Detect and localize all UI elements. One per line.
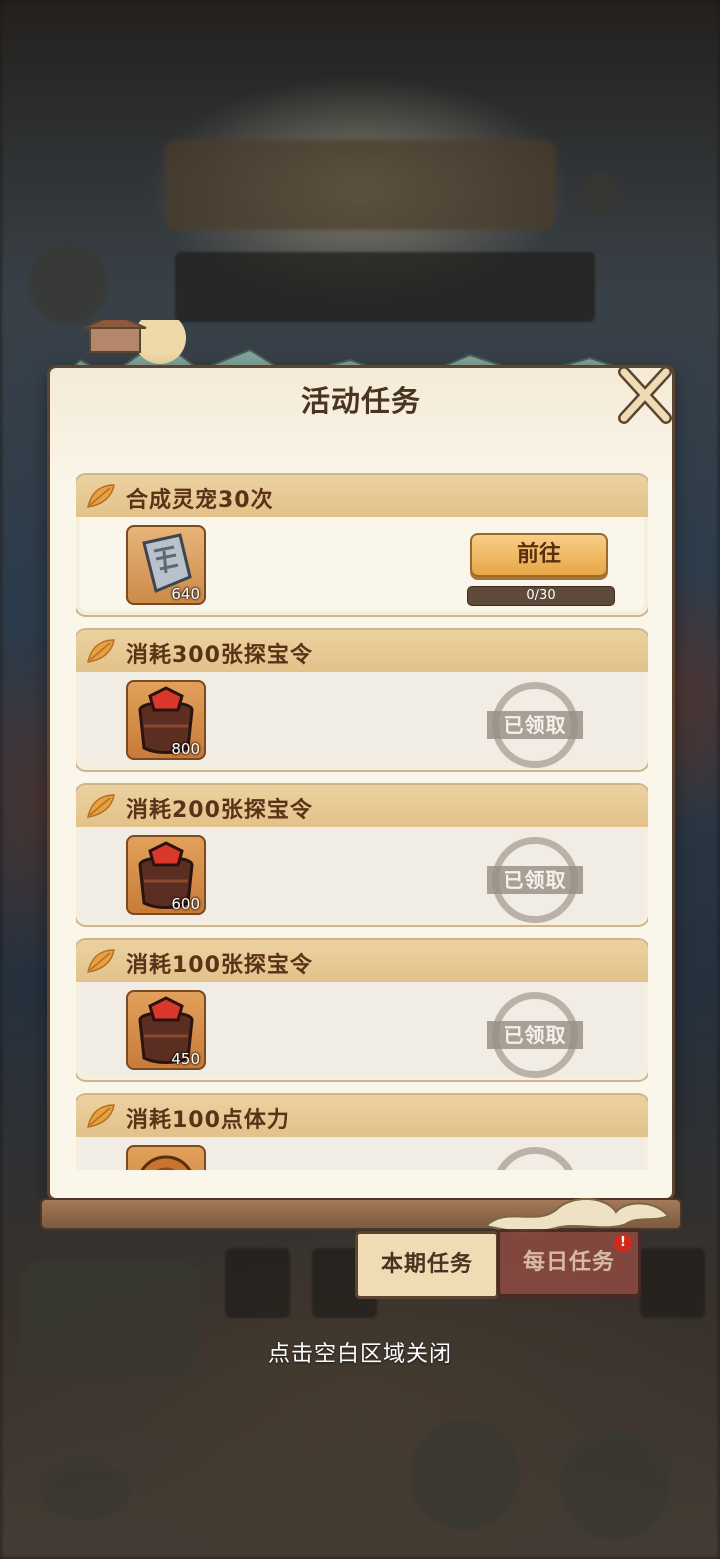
leaf-icon xyxy=(87,1104,115,1128)
task-title: 消耗300张探宝令 xyxy=(126,643,313,668)
task-card: 消耗100点体力 xyxy=(76,1095,648,1170)
progress-text: 0/30 xyxy=(526,588,556,603)
task-header: 合成灵宠30次 xyxy=(76,475,648,517)
claimed-stamp-label: 已领取 xyxy=(487,711,583,739)
claimed-stamp: 已领取 xyxy=(487,992,583,1078)
leaf-icon xyxy=(87,639,115,663)
task-title: 消耗200张探宝令 xyxy=(126,798,313,823)
claimed-stamp: 已领取 xyxy=(487,837,583,923)
task-list[interactable]: 合成灵宠30次 640 前往 0/30 消耗300张探宝令 800 已领取 消耗… xyxy=(76,458,648,1170)
task-card: 消耗200张探宝令 600 已领取 xyxy=(76,785,648,925)
task-header: 消耗200张探宝令 xyxy=(76,785,648,827)
claimed-stamp: 已领取 xyxy=(487,682,583,768)
reward-quantity: 640 xyxy=(171,585,200,603)
reward-quantity: 450 xyxy=(171,1050,200,1068)
reward-quantity: 800 xyxy=(171,740,200,758)
activity-task-modal: 活动任务 合成灵宠30次 640 前往 0/30 消耗300张探宝令 800 已… xyxy=(42,320,680,1233)
claimed-stamp-label: 已领取 xyxy=(487,1021,583,1049)
task-title: 消耗100点体力 xyxy=(126,1108,290,1133)
task-progress-bar: 0/30 xyxy=(468,587,614,605)
task-title: 合成灵宠30次 xyxy=(126,488,274,513)
task-header: 消耗100张探宝令 xyxy=(76,940,648,982)
cloud-decoration xyxy=(483,1197,670,1233)
leaf-icon xyxy=(87,794,115,818)
task-header: 消耗100点体力 xyxy=(76,1095,648,1137)
reward-item[interactable]: 450 xyxy=(126,990,206,1070)
modal-panel: 活动任务 合成灵宠30次 640 前往 0/30 消耗300张探宝令 800 已… xyxy=(50,366,672,1198)
close-icon[interactable] xyxy=(614,364,676,426)
modal-title: 活动任务 xyxy=(300,384,421,418)
task-header: 消耗300张探宝令 xyxy=(76,630,648,672)
close-hint: 点击空白区域关闭 xyxy=(267,1342,452,1367)
reward-item[interactable]: 640 xyxy=(126,525,206,605)
task-card: 合成灵宠30次 640 前往 0/30 xyxy=(76,475,648,615)
notification-badge: ! xyxy=(614,1234,632,1252)
reward-quantity: 600 xyxy=(171,895,200,913)
tab-current-period-tasks[interactable]: 本期任务 xyxy=(358,1234,496,1296)
reward-item[interactable]: 800 xyxy=(126,680,206,760)
goto-button[interactable]: 前往 xyxy=(470,533,608,577)
claimed-stamp-label: 已领取 xyxy=(487,866,583,894)
task-title: 消耗100张探宝令 xyxy=(126,953,313,978)
reward-item[interactable] xyxy=(126,1145,206,1170)
mooncake-icon xyxy=(140,1155,192,1170)
leaf-icon xyxy=(87,484,115,508)
reward-item[interactable]: 600 xyxy=(126,835,206,915)
leaf-icon xyxy=(87,949,115,973)
task-card: 消耗100张探宝令 450 已领取 xyxy=(76,940,648,1080)
task-card: 消耗300张探宝令 800 已领取 xyxy=(76,630,648,770)
